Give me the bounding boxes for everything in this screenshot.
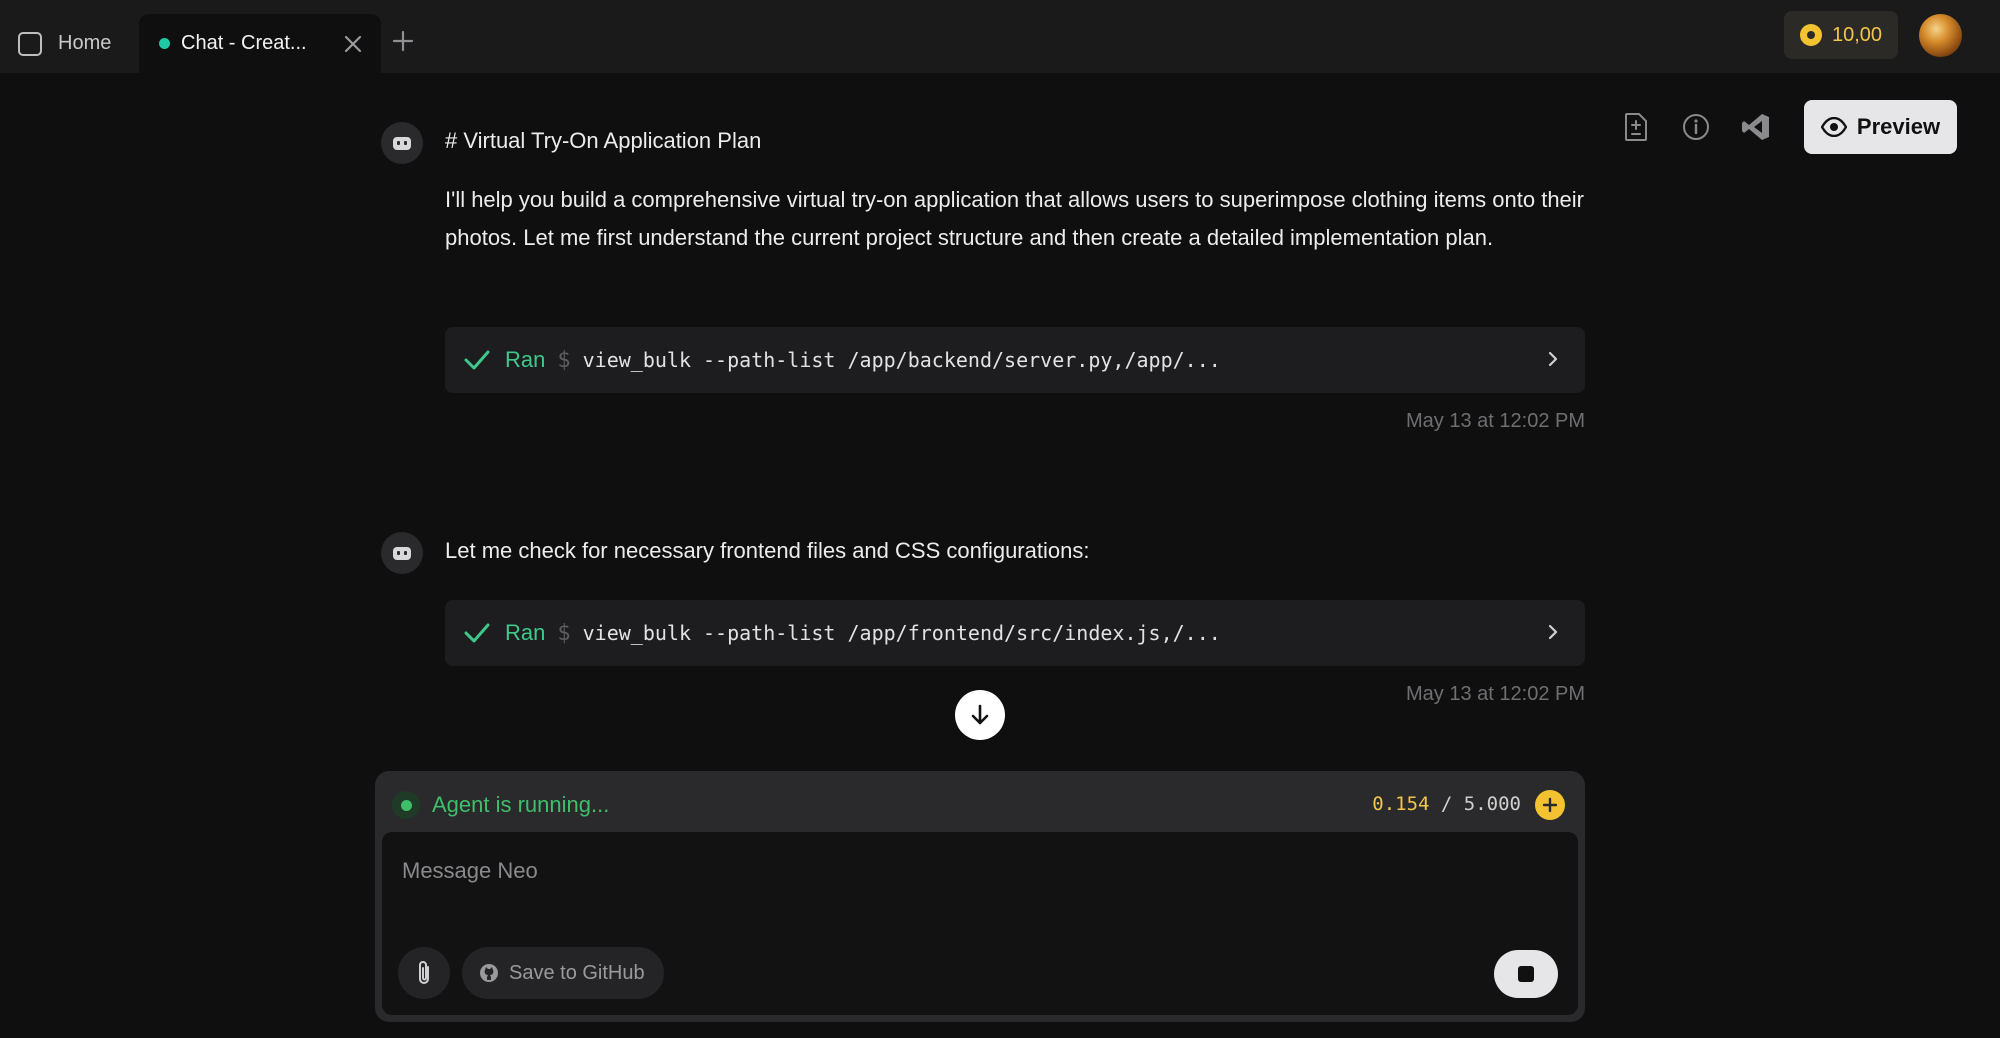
command-prompt: $	[557, 620, 571, 646]
usage-meter: 0.154 / 5.000	[1372, 793, 1521, 815]
command-prompt: $	[557, 347, 571, 373]
composer: Agent is running... 0.154 / 5.000 Save t…	[375, 771, 1585, 1022]
top-bar: Home Chat - Creat... 10,00	[0, 0, 2000, 73]
plus-icon	[392, 30, 414, 52]
credits-value: 10,00	[1831, 23, 1883, 46]
message-input[interactable]	[402, 846, 1552, 896]
command-text: view_bulk --path-list /app/frontend/src/…	[582, 621, 1221, 645]
tab-home[interactable]: Home	[0, 14, 135, 73]
check-icon	[463, 618, 493, 648]
message-block: # Virtual Try-On Application Plan I'll h…	[0, 73, 2000, 483]
active-dot-icon	[159, 38, 170, 49]
message-body: I'll help you build a comprehensive virt…	[445, 187, 1585, 250]
credits-badge[interactable]: 10,00	[1784, 11, 1898, 59]
attach-button[interactable]	[398, 947, 450, 999]
message-heading: # Virtual Try-On Application Plan	[445, 128, 762, 153]
command-row[interactable]: Ran $ view_bulk --path-list /app/backend…	[445, 327, 1585, 393]
check-icon	[463, 345, 493, 375]
close-icon[interactable]	[331, 22, 375, 66]
bot-icon	[381, 122, 423, 164]
agent-status: Agent is running...	[392, 789, 609, 821]
add-budget-button[interactable]	[1535, 790, 1565, 820]
message-input-area: Save to GitHub	[382, 832, 1578, 1015]
scroll-to-bottom-button[interactable]	[955, 690, 1005, 740]
chevron-right-icon	[1548, 624, 1558, 640]
stop-button[interactable]	[1494, 950, 1558, 998]
usage-total: 5.000	[1463, 793, 1521, 815]
plus-icon	[1542, 797, 1558, 813]
coin-icon	[1799, 24, 1822, 46]
message-body: Let me check for necessary frontend file…	[445, 538, 1090, 563]
new-tab-button[interactable]	[386, 24, 420, 58]
message-timestamp: May 13 at 12:02 PM	[1406, 683, 1585, 705]
message-timestamp: May 13 at 12:02 PM	[1406, 410, 1585, 432]
save-to-github-button[interactable]: Save to GitHub	[462, 947, 664, 999]
agent-status-label: Agent is running...	[432, 792, 610, 817]
arrow-down-icon	[971, 704, 989, 725]
github-label: Save to GitHub	[509, 961, 645, 984]
tab-chat[interactable]: Chat - Creat...	[139, 14, 381, 73]
command-row[interactable]: Ran $ view_bulk --path-list /app/fronten…	[445, 600, 1585, 666]
bot-icon	[381, 532, 423, 574]
chevron-right-icon	[1548, 351, 1558, 367]
command-text: view_bulk --path-list /app/backend/serve…	[582, 348, 1221, 372]
command-status: Ran	[505, 347, 546, 372]
command-status: Ran	[505, 620, 546, 645]
tab-chat-label: Chat - Creat...	[181, 32, 307, 54]
github-icon	[480, 964, 498, 982]
usage-used: 0.154	[1372, 793, 1430, 815]
window-icon	[18, 31, 42, 56]
avatar[interactable]	[1919, 14, 1962, 57]
paperclip-icon	[419, 961, 429, 984]
status-dot-icon	[392, 791, 420, 819]
tab-home-label: Home	[58, 32, 112, 54]
usage-separator: /	[1429, 793, 1464, 815]
